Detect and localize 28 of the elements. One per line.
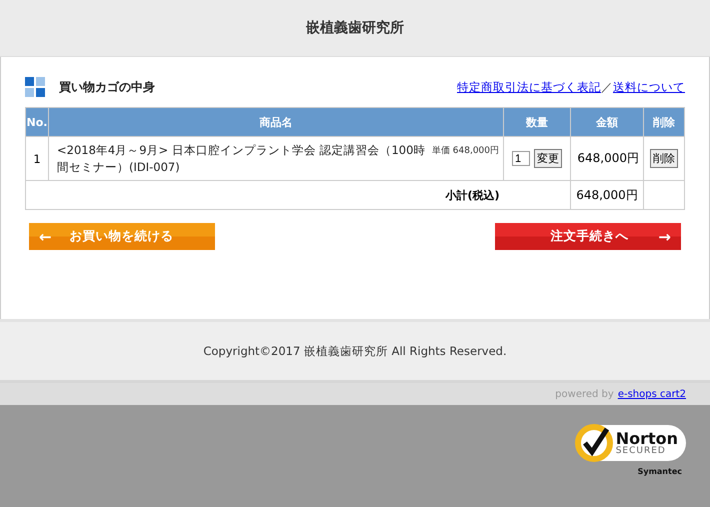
- shipping-link[interactable]: 送料について: [613, 80, 685, 94]
- copyright-text: Copyright©2017 嵌植義歯研究所 All Rights Reserved.: [203, 344, 507, 358]
- product-name: <2018年4月～9月> 日本口腔インプラント学会 認定講習会（100時間セミナー）(IDI-007): [56, 142, 426, 176]
- checkout-button[interactable]: 注文手続きへ →: [495, 223, 681, 250]
- column-header: 商品名: [48, 108, 504, 136]
- powered-by-text: powered by: [555, 388, 614, 400]
- column-header: No.: [26, 108, 48, 136]
- delete-button[interactable]: 削除: [650, 149, 678, 168]
- subtotal-value: 648,000円: [570, 180, 644, 210]
- badge-maker: Symantec: [638, 467, 682, 476]
- badge-brand: Norton: [616, 430, 678, 446]
- site-title: 嵌植義歯研究所: [306, 19, 404, 37]
- column-header: 数量: [504, 108, 570, 136]
- separator-text: ／: [601, 80, 613, 94]
- table-cell: 1: [26, 136, 48, 180]
- column-header: 金額: [570, 108, 644, 136]
- powered-by-link[interactable]: e-shops cart2: [618, 388, 686, 400]
- subtotal-label: 小計(税込): [26, 180, 504, 210]
- legal-notice-link[interactable]: 特定商取引法に基づく表記: [457, 80, 601, 94]
- table-cell: 648,000円: [570, 136, 644, 180]
- cart-heading: 買い物カゴの中身: [59, 78, 155, 96]
- badge-status: SECURED: [616, 446, 667, 456]
- checkmark-icon: [574, 423, 614, 463]
- column-header: 削除: [644, 108, 684, 136]
- quantity-field[interactable]: 1: [512, 151, 530, 166]
- squares-icon: [25, 77, 45, 97]
- update-button[interactable]: 変更: [534, 149, 562, 168]
- unit-price: 単価 648,000円: [432, 144, 499, 156]
